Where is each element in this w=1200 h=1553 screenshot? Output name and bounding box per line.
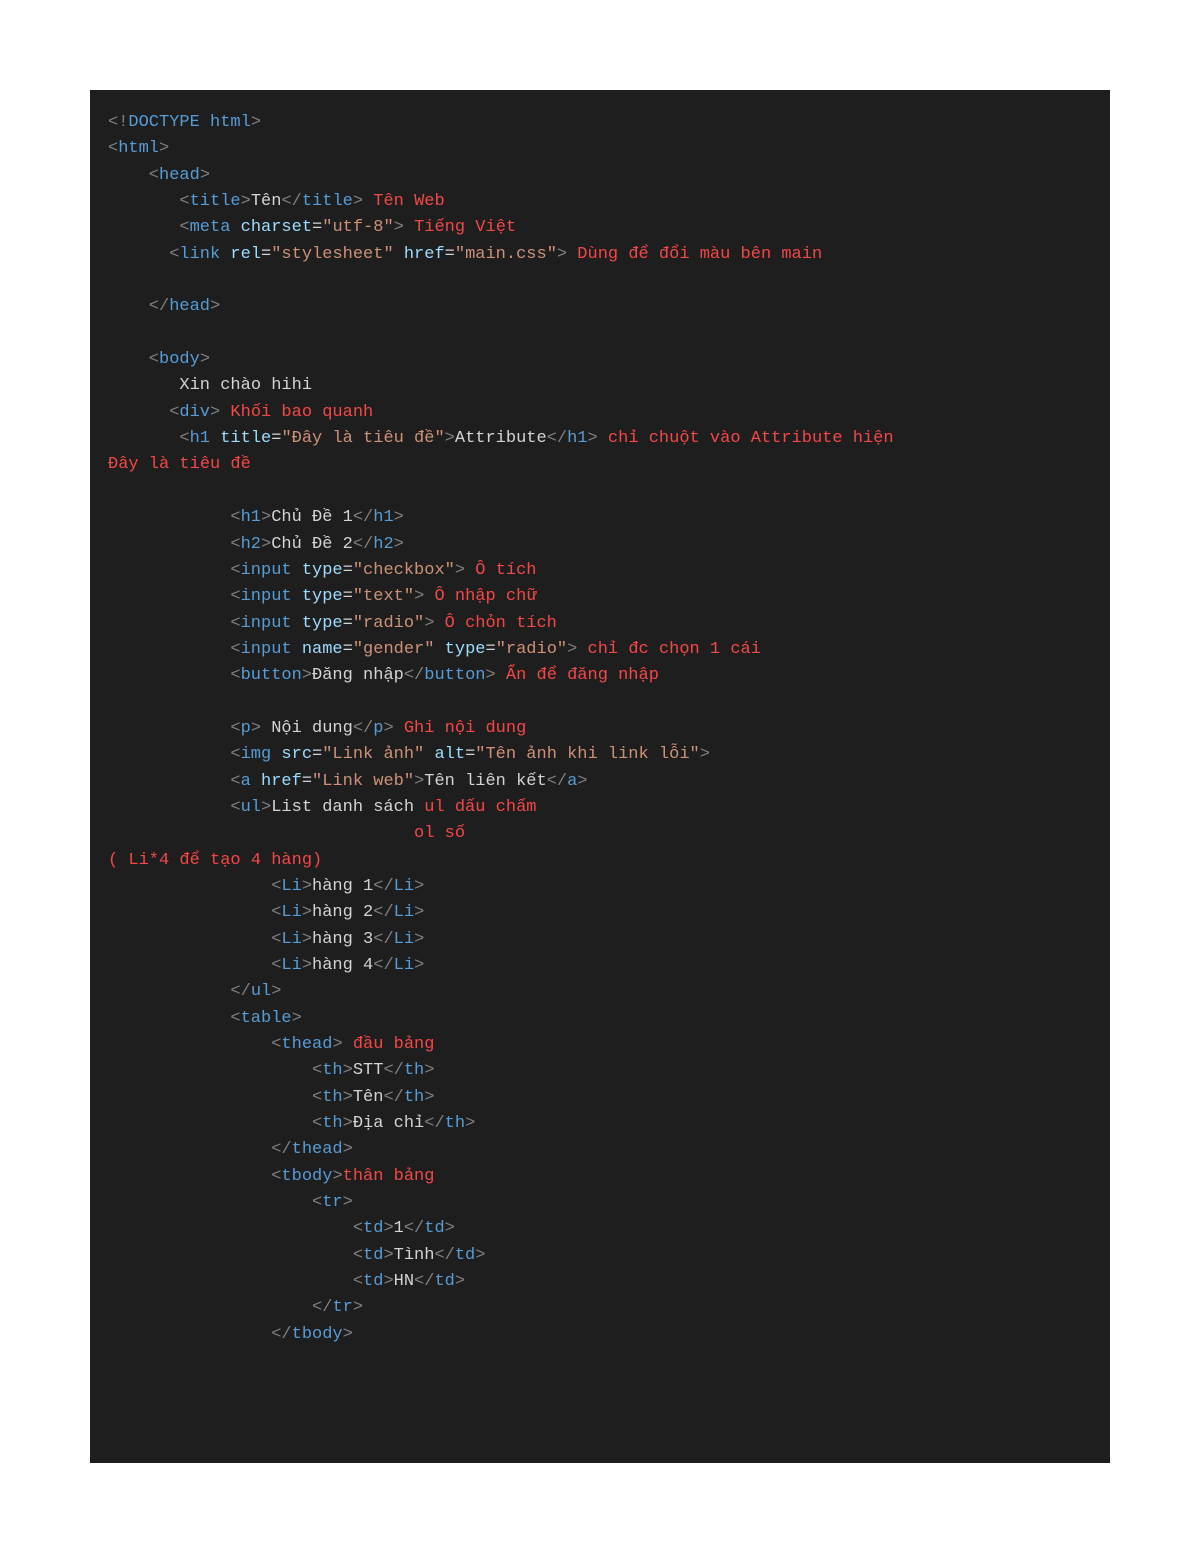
code-line: <p> Nội dung</p> Ghi nội dung xyxy=(108,716,1092,742)
code-line: <td>HN</td> xyxy=(108,1269,1092,1295)
code-line: ol số xyxy=(108,821,1092,847)
code-editor: <!DOCTYPE html> <html> <head> <title>Tên… xyxy=(90,90,1110,1463)
code-line xyxy=(108,321,1092,347)
code-line: <body> xyxy=(108,347,1092,373)
code-line: <table> xyxy=(108,1006,1092,1032)
code-line: <td>Tình</td> xyxy=(108,1243,1092,1269)
code-line: </head> xyxy=(108,294,1092,320)
code-line: <h2>Chủ Đề 2</h2> xyxy=(108,532,1092,558)
code-line: <head> xyxy=(108,163,1092,189)
code-line: <tbody>thân bảng xyxy=(108,1164,1092,1190)
code-line: Xin chào hihi xyxy=(108,373,1092,399)
code-line: <input type="text"> Ô nhập chữ xyxy=(108,584,1092,610)
code-line: <tr> xyxy=(108,1190,1092,1216)
code-line: <th>Tên</th> xyxy=(108,1085,1092,1111)
code-line: <input name="gender" type="radio"> chỉ đ… xyxy=(108,637,1092,663)
code-line: <meta charset="utf-8"> Tiếng Việt xyxy=(108,215,1092,241)
code-line: <th>Địa chỉ</th> xyxy=(108,1111,1092,1137)
code-line: </ul> xyxy=(108,979,1092,1005)
code-line: <input type="radio"> Ô chỏn tích xyxy=(108,611,1092,637)
code-line: <h1>Chủ Đề 1</h1> xyxy=(108,505,1092,531)
code-line: <html> xyxy=(108,136,1092,162)
code-line: </tbody> xyxy=(108,1322,1092,1348)
code-line xyxy=(108,690,1092,716)
code-line: <Li>hàng 4</Li> xyxy=(108,953,1092,979)
code-line: <h1 title="Đây là tiêu đề">Attribute</h1… xyxy=(108,426,1092,452)
code-line: <input type="checkbox"> Ô tích xyxy=(108,558,1092,584)
code-line: <td>1</td> xyxy=(108,1216,1092,1242)
code-line: Đây là tiêu đề xyxy=(108,452,1092,478)
code-line: ( Li*4 để tạo 4 hàng) xyxy=(108,848,1092,874)
code-line: <a href="Link web">Tên liên kết</a> xyxy=(108,769,1092,795)
code-line xyxy=(108,268,1092,294)
code-line: </tr> xyxy=(108,1295,1092,1321)
code-line: <ul>List danh sách ul dấu chấm xyxy=(108,795,1092,821)
code-line: <title>Tên</title> Tên Web xyxy=(108,189,1092,215)
code-line: <!DOCTYPE html> xyxy=(108,110,1092,136)
code-line: <button>Đăng nhập</button> Ẩn để đăng nh… xyxy=(108,663,1092,689)
code-line: <link rel="stylesheet" href="main.css"> … xyxy=(108,242,1092,268)
code-line: <Li>hàng 3</Li> xyxy=(108,927,1092,953)
code-line: <Li>hàng 1</Li> xyxy=(108,874,1092,900)
code-line: <th>STT</th> xyxy=(108,1058,1092,1084)
code-line: </thead> xyxy=(108,1137,1092,1163)
code-line: <thead> đầu bảng xyxy=(108,1032,1092,1058)
code-line: <Li>hàng 2</Li> xyxy=(108,900,1092,926)
code-line xyxy=(108,479,1092,505)
code-line: <div> Khối bao quanh xyxy=(108,400,1092,426)
code-line: <img src="Link ảnh" alt="Tên ảnh khi lin… xyxy=(108,742,1092,768)
